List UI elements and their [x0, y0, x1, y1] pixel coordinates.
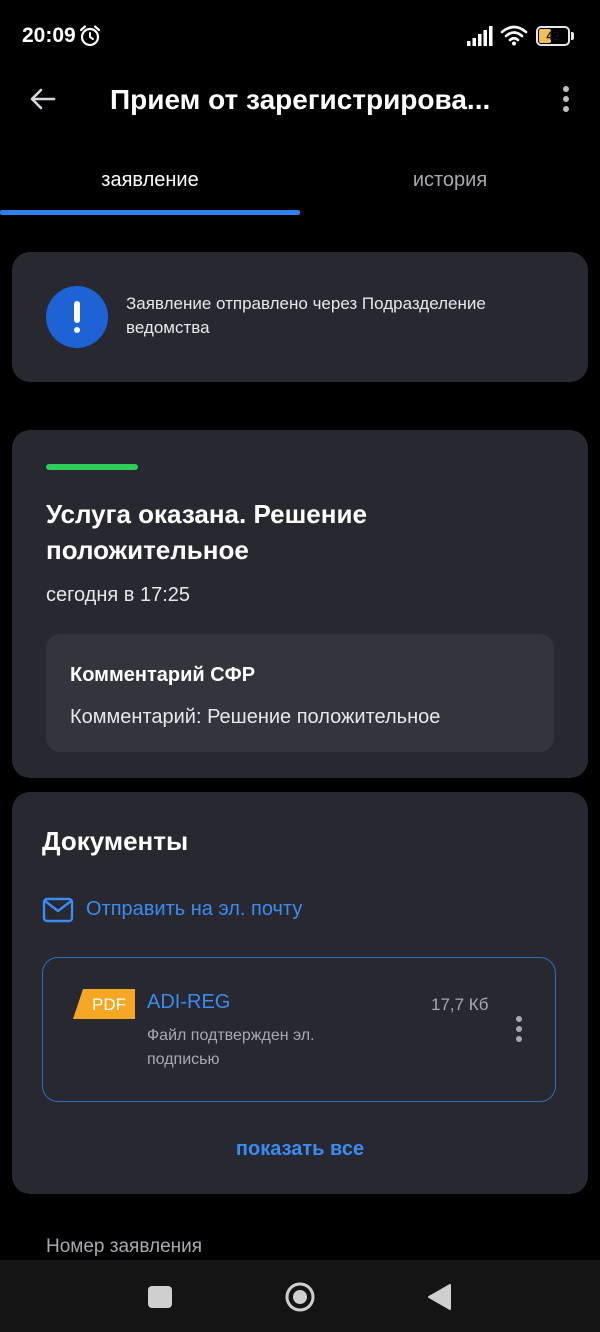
status-date: сегодня в 17:25: [46, 584, 190, 606]
info-text: Заявление отправлено через Подразделение…: [126, 294, 486, 337]
wifi-icon: [500, 25, 528, 46]
info-card: Заявление отправлено через Подразделение…: [12, 252, 588, 382]
battery-percent: 42: [546, 29, 560, 43]
show-all-button[interactable]: показать все: [12, 1138, 588, 1161]
battery-indicator: 42: [536, 26, 574, 46]
mail-icon: [42, 897, 74, 923]
status-time: 20:09: [22, 24, 76, 47]
system-nav-bar: [0, 1260, 600, 1332]
status-card: Услуга оказана. Решение положительное се…: [12, 430, 588, 778]
tab-bar: заявление история: [0, 150, 600, 218]
send-email-label: Отправить на эл. почту: [86, 898, 303, 920]
status-bar: 20:09 42: [0, 0, 600, 70]
alarm-icon: [79, 25, 101, 47]
tab-application[interactable]: заявление: [0, 150, 300, 212]
file-size: 17,7 Кб: [431, 995, 489, 1014]
exclamation-icon: [46, 286, 108, 348]
status-success-bar: [46, 464, 138, 470]
tab-history[interactable]: история: [300, 150, 600, 212]
send-email-link[interactable]: Отправить на эл. почту: [42, 894, 362, 926]
documents-title: Документы: [42, 826, 189, 856]
status-title: Услуга оказана. Решение положительное: [46, 499, 367, 565]
documents-card: Документы Отправить на эл. почту PDF ADI…: [12, 792, 588, 1194]
pdf-badge-text: PDF: [92, 995, 126, 1014]
back-triangle-icon[interactable]: [426, 1283, 452, 1311]
signal-icon: [467, 26, 493, 46]
application-number-label: Номер заявления: [46, 1236, 203, 1257]
active-tab-indicator: [0, 210, 300, 215]
pdf-icon: PDF: [73, 989, 135, 1019]
comment-title: Комментарий СФР: [70, 664, 256, 686]
back-arrow-icon[interactable]: [28, 84, 58, 114]
page-title: Прием от зарегистрирова...: [110, 84, 491, 115]
more-vertical-icon[interactable]: [556, 84, 576, 114]
file-name[interactable]: ADI-REG: [147, 991, 230, 1014]
file-item[interactable]: PDF ADI-REG 17,7 Кб Файл подтвержден эл.…: [42, 957, 556, 1102]
comment-text: Комментарий: Решение положительное: [70, 706, 441, 728]
home-circle-icon[interactable]: [284, 1281, 316, 1313]
app-bar: Прием от зарегистрирова...: [0, 70, 600, 134]
more-vertical-icon[interactable]: [509, 1014, 529, 1044]
recents-square-icon[interactable]: [148, 1286, 172, 1308]
file-description: Файл подтвержден эл. подписью: [147, 1027, 315, 1068]
comment-box: Комментарий СФР Комментарий: Решение пол…: [46, 634, 554, 752]
